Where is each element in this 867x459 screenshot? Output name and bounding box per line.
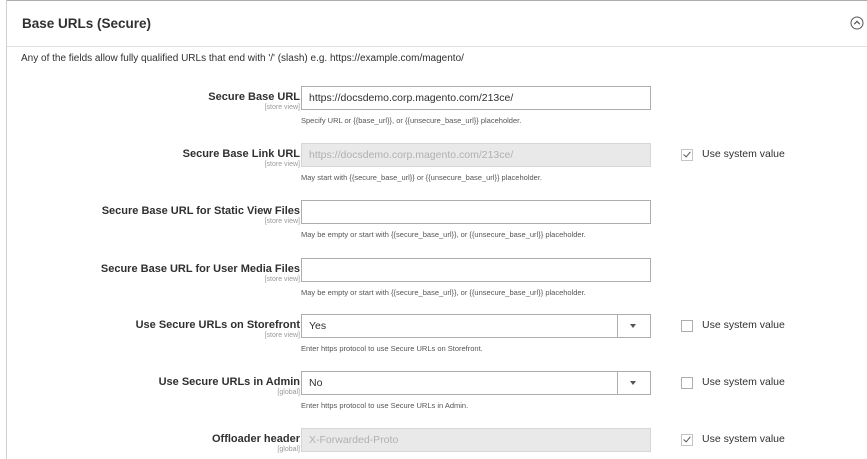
secure-base-url-static-input[interactable] — [301, 200, 651, 224]
checkbox-label: Use system value — [702, 148, 785, 160]
caret-down-icon — [630, 381, 636, 385]
scope-label: [store view] — [264, 161, 300, 168]
section-title: Base URLs (Secure) — [22, 16, 152, 31]
select-value: Yes — [309, 320, 327, 332]
field-note: Specify URL or {{base_url}}, or {{unsecu… — [301, 116, 522, 125]
field-label: Secure Base URL [store view] — [208, 91, 300, 111]
field-label-text: Secure Base URL for User Media Files — [100, 263, 300, 275]
field-note: Enter https protocol to use Secure URLs … — [301, 401, 469, 410]
checkbox-label: Use system value — [702, 433, 785, 445]
field-label: Secure Base URL for Static View Files [s… — [102, 205, 300, 225]
secure-base-url-media-input[interactable] — [301, 258, 651, 282]
checkbox[interactable] — [681, 377, 693, 389]
section-header[interactable]: Base URLs (Secure) — [7, 0, 867, 47]
use-secure-admin-select[interactable]: No — [301, 371, 651, 395]
scope-label: [global] — [277, 446, 300, 453]
checkbox[interactable] — [681, 320, 693, 332]
dropdown-button[interactable] — [617, 372, 650, 394]
scope-label: [store view] — [264, 218, 300, 225]
field-note: May start with {{secure_base_url}} or {{… — [301, 173, 542, 182]
field-note: May be empty or start with {{secure_base… — [301, 230, 586, 239]
field-label: Use Secure URLs in Admin [global] — [159, 376, 300, 396]
config-panel: Base URLs (Secure) Any of the fields all… — [6, 0, 867, 459]
section-description: Any of the fields allow fully qualified … — [21, 53, 464, 64]
field-note: Enter https protocol to use Secure URLs … — [301, 344, 483, 353]
checkbox-label: Use system value — [702, 319, 785, 331]
use-secure-storefront-select[interactable]: Yes — [301, 314, 651, 338]
secure-base-url-input[interactable] — [301, 86, 651, 110]
field-label: Secure Base Link URL [store view] — [183, 148, 300, 168]
field-label: Use Secure URLs on Storefront [store vie… — [136, 319, 300, 339]
circle-chevron-up-icon[interactable] — [850, 16, 864, 30]
dropdown-button[interactable] — [617, 315, 650, 337]
field-label-text: Offloader header — [211, 433, 300, 445]
secure-base-link-url-input[interactable] — [301, 143, 651, 167]
scope-label: [store view] — [264, 104, 300, 111]
scope-label: [store view] — [264, 332, 300, 339]
field-label: Offloader header [global] — [212, 433, 300, 453]
field-label: Secure Base URL for User Media Files [st… — [101, 263, 300, 283]
checkbox[interactable] — [681, 149, 693, 161]
checkmark-icon — [683, 434, 691, 443]
field-label-text: Use Secure URLs on Storefront — [135, 319, 300, 331]
field-label-text: Secure Base URL — [208, 91, 300, 103]
scope-label: [store view] — [264, 276, 300, 283]
field-label-text: Use Secure URLs in Admin — [158, 376, 300, 388]
checkbox-label: Use system value — [702, 376, 785, 388]
offloader-header-input[interactable] — [301, 428, 651, 452]
scope-label: [global] — [277, 389, 300, 396]
checkmark-icon — [683, 149, 691, 158]
field-label-text: Secure Base URL for Static View Files — [101, 205, 300, 217]
select-value: No — [309, 377, 323, 389]
caret-down-icon — [630, 324, 636, 328]
field-label-text: Secure Base Link URL — [182, 148, 300, 160]
field-note: May be empty or start with {{secure_base… — [301, 288, 586, 297]
checkbox[interactable] — [681, 434, 693, 446]
